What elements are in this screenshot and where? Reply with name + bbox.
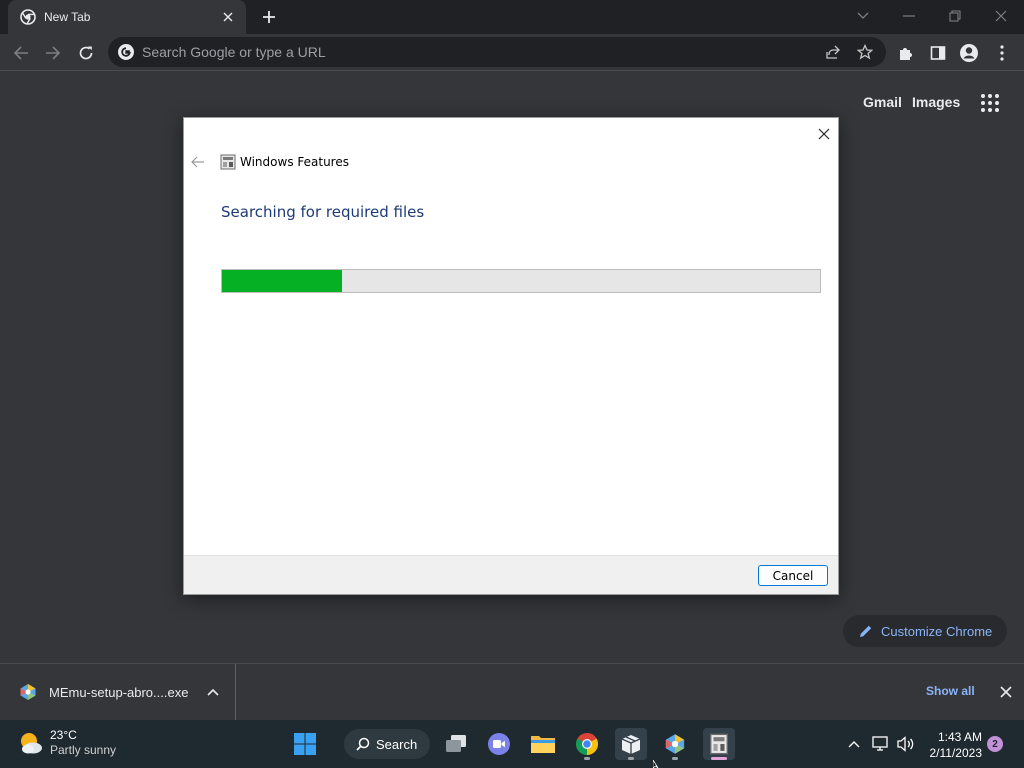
- running-indicator: [628, 757, 634, 760]
- package-box-icon: [621, 735, 641, 754]
- dialog-close-icon[interactable]: [814, 124, 834, 144]
- weather-widget[interactable]: 23°C Partly sunny: [18, 728, 116, 758]
- pencil-icon: [860, 625, 872, 637]
- progress-bar: [221, 269, 821, 293]
- dialog-title: Windows Features: [240, 155, 349, 169]
- weather-temperature: 23°C: [50, 728, 77, 742]
- notification-badge[interactable]: 2: [987, 736, 1003, 752]
- dialog-heading: Searching for required files: [221, 203, 425, 221]
- downloads-close-icon[interactable]: [998, 684, 1014, 700]
- installer-taskbar-button[interactable]: [615, 728, 647, 760]
- downloads-shelf: MEmu-setup-abro....exe Show all: [0, 663, 1024, 720]
- profile-avatar-icon[interactable]: [956, 40, 982, 66]
- file-explorer-button[interactable]: [527, 728, 559, 760]
- windows-logo-icon: [294, 733, 316, 755]
- omnibox[interactable]: [108, 37, 886, 67]
- chrome-taskbar-button[interactable]: [571, 728, 603, 760]
- clock-date: 2/11/2023: [929, 746, 983, 760]
- tab-close-icon[interactable]: [220, 9, 236, 25]
- taskbar-search-button[interactable]: Search: [344, 729, 430, 759]
- start-button[interactable]: [289, 728, 321, 760]
- teams-chat-icon: [488, 733, 510, 755]
- dialog-footer: Cancel: [184, 555, 838, 594]
- memu-icon: [665, 734, 685, 754]
- dialog-back-arrow-icon[interactable]: [190, 154, 206, 170]
- menu-kebab-icon[interactable]: [989, 40, 1015, 66]
- running-indicator: [584, 757, 590, 760]
- windows-features-taskbar-button[interactable]: [703, 728, 735, 760]
- memu-taskbar-button[interactable]: [659, 728, 691, 760]
- clock-time: 1:43 AM: [937, 730, 982, 744]
- windows-features-taskbar-icon: [710, 733, 728, 755]
- show-hidden-icons-chevron-icon[interactable]: [845, 735, 863, 753]
- share-icon[interactable]: [824, 43, 842, 61]
- search-icon: [356, 737, 370, 751]
- tab-new-tab[interactable]: New Tab: [8, 0, 246, 34]
- tab-title: New Tab: [44, 10, 91, 24]
- download-item[interactable]: MEmu-setup-abro....exe: [0, 664, 236, 720]
- bookmark-star-icon[interactable]: [856, 43, 874, 61]
- memu-app-icon: [20, 684, 36, 700]
- browser-toolbar: [0, 34, 1024, 71]
- task-view-icon: [446, 735, 466, 752]
- show-all-link[interactable]: Show all: [926, 684, 975, 698]
- back-arrow-icon[interactable]: [8, 40, 34, 66]
- taskbar-search-label: Search: [376, 736, 418, 752]
- close-window-icon[interactable]: [987, 6, 1015, 26]
- network-icon[interactable]: [872, 735, 890, 753]
- chevron-up-icon[interactable]: [205, 684, 221, 700]
- omnibox-input[interactable]: [142, 44, 782, 60]
- minimize-icon[interactable]: [895, 6, 923, 26]
- running-indicator: [672, 757, 678, 760]
- teams-chat-button[interactable]: [483, 728, 515, 760]
- progress-bar-fill: [222, 270, 342, 292]
- chrome-icon: [576, 733, 598, 755]
- forward-arrow-icon[interactable]: [40, 40, 66, 66]
- extensions-puzzle-icon[interactable]: [893, 40, 919, 66]
- taskbar-clock[interactable]: 1:43 AM 2/11/2023: [922, 729, 983, 761]
- images-link[interactable]: Images: [912, 94, 960, 110]
- tab-search-chevron-icon[interactable]: [849, 6, 877, 26]
- google-apps-grid-icon[interactable]: [980, 93, 1000, 113]
- gmail-link[interactable]: Gmail: [863, 94, 902, 110]
- windows-features-dialog: Windows Features Searching for required …: [183, 117, 839, 595]
- folder-icon: [531, 736, 555, 753]
- volume-icon[interactable]: [897, 735, 915, 753]
- chrome-favicon-icon: [20, 9, 36, 25]
- customize-chrome-label: Customize Chrome: [881, 623, 993, 639]
- mouse-cursor-icon: [653, 760, 659, 768]
- partly-sunny-icon: [21, 733, 42, 754]
- task-view-button[interactable]: [440, 728, 472, 760]
- cancel-button[interactable]: Cancel: [758, 565, 828, 586]
- side-panel-icon[interactable]: [925, 40, 951, 66]
- active-window-indicator: [711, 757, 727, 760]
- new-tab-plus-icon[interactable]: [258, 6, 280, 28]
- tab-strip: New Tab: [0, 0, 1024, 34]
- customize-chrome-button[interactable]: Customize Chrome: [843, 615, 1007, 647]
- windows-taskbar: 23°C Partly sunny Search 1:43 AM 2/11/20…: [0, 720, 1024, 768]
- reload-icon[interactable]: [73, 40, 99, 66]
- restore-icon[interactable]: [941, 6, 969, 26]
- download-file-name: MEmu-setup-abro....exe: [49, 684, 189, 700]
- google-g-icon: [118, 44, 134, 60]
- windows-features-app-icon: [220, 154, 236, 170]
- weather-description: Partly sunny: [50, 743, 117, 757]
